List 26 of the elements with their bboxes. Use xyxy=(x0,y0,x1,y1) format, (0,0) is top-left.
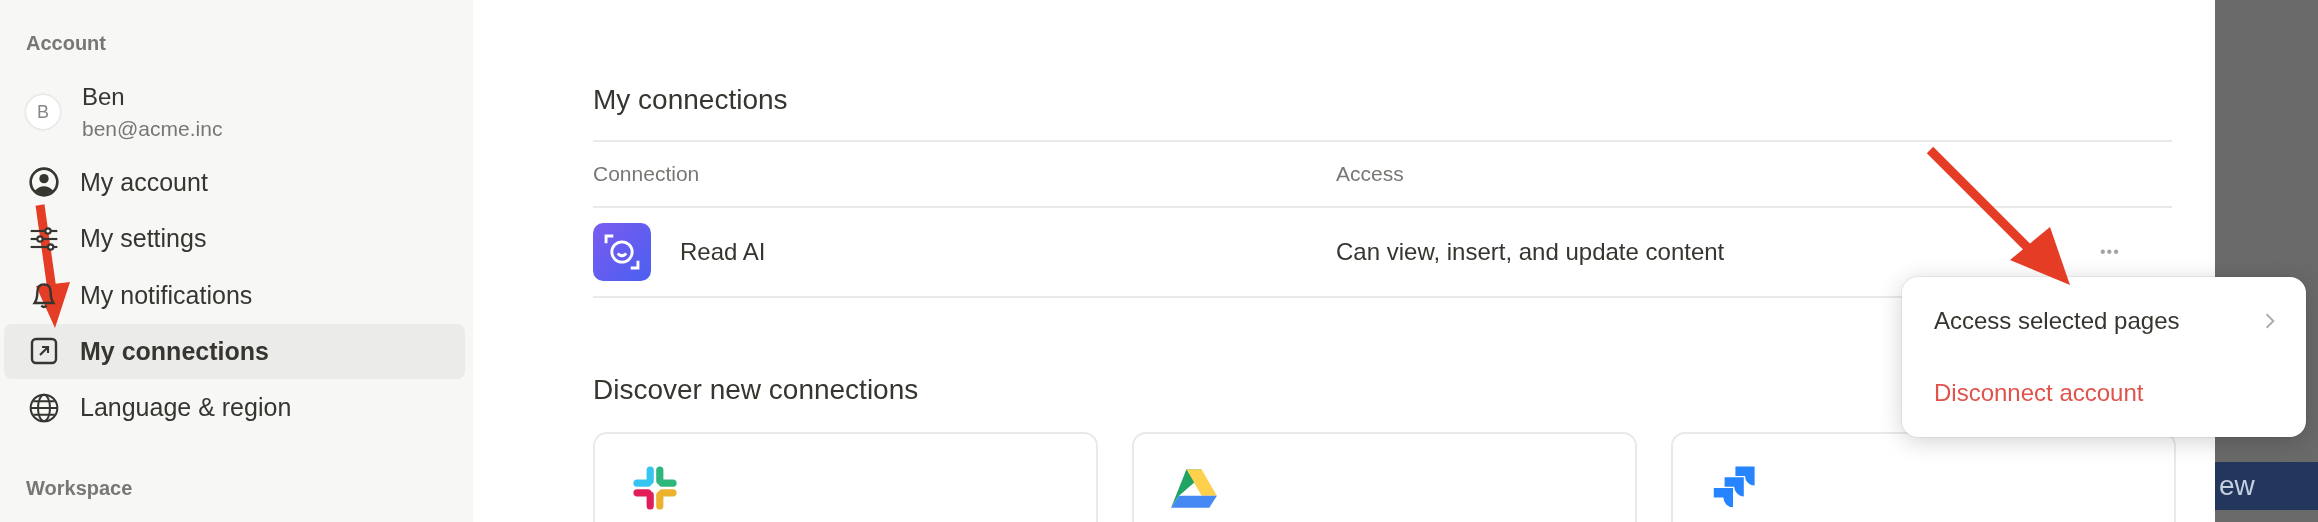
section-title: Account xyxy=(25,32,106,55)
menu-item[interactable]: Access selected pages xyxy=(1912,285,2296,357)
column-header: Connection xyxy=(593,162,701,186)
slack-logo-icon xyxy=(631,464,679,512)
app-icon xyxy=(593,223,651,281)
access-text: Can view, insert, and update content xyxy=(1336,238,1726,266)
integration-card[interactable] xyxy=(1132,432,1637,522)
globe-icon xyxy=(28,391,60,424)
sidebar-item[interactable]: Language & region xyxy=(4,380,465,436)
sidebar-item[interactable]: My account xyxy=(4,155,465,210)
section-heading: Discover new connections xyxy=(593,374,919,406)
column-header: Access xyxy=(1336,162,1404,186)
background-text: ew xyxy=(2219,470,2255,502)
user-email: ben@acme.inc xyxy=(82,117,223,141)
avatar: B xyxy=(26,95,60,129)
sidebar-item[interactable]: My notifications xyxy=(4,267,465,323)
chevron-right-icon xyxy=(2264,312,2276,330)
menu-item[interactable]: Disconnect account xyxy=(1912,357,2296,429)
integration-card[interactable] xyxy=(593,432,1098,522)
connection-name: Read AI xyxy=(680,238,766,266)
section-heading: My connections xyxy=(593,84,788,116)
user-name: Ben xyxy=(82,83,125,111)
user-icon xyxy=(28,166,60,199)
sidebar-item[interactable]: My settings xyxy=(4,211,465,266)
sidebar-item[interactable]: My connections xyxy=(4,324,465,379)
section-title: Workspace xyxy=(25,477,133,501)
